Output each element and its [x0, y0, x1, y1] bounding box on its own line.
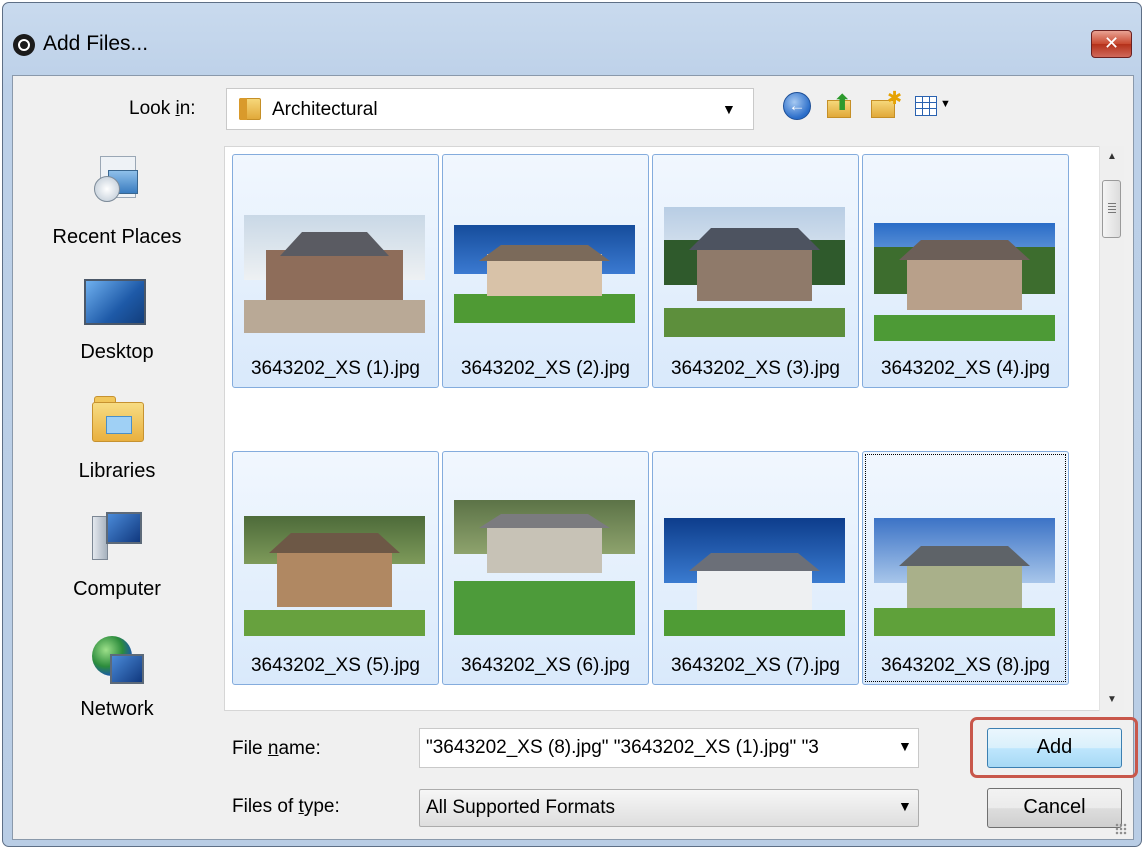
image-thumbnail: [454, 500, 635, 635]
file-name: 3643202_XS (8).jpg: [880, 655, 1050, 676]
scroll-up-arrow-icon[interactable]: ▲: [1100, 146, 1124, 168]
image-thumbnail: [874, 518, 1055, 636]
file-tile[interactable]: 3643202_XS (3).jpg: [652, 154, 859, 388]
file-tile[interactable]: 3643202_XS (5).jpg: [232, 451, 439, 685]
file-tile[interactable]: 3643202_XS (1).jpg: [232, 154, 439, 388]
place-label: Recent Places: [52, 226, 182, 248]
dialog-body: Look in: Architectural ▼ ← ⬆ ✱ ▼ Recent …: [12, 75, 1138, 840]
back-icon[interactable]: ←: [783, 92, 811, 120]
chevron-down-icon[interactable]: ▼: [898, 798, 912, 814]
file-type-select[interactable]: All Supported Formats: [419, 789, 919, 827]
file-tile[interactable]: 3643202_XS (4).jpg: [862, 154, 1069, 388]
place-label: Libraries: [78, 460, 156, 482]
places-bar: Recent Places Desktop Libraries Computer…: [22, 146, 212, 724]
recent-places-icon: [94, 156, 140, 210]
scrollbar-thumb[interactable]: [1102, 180, 1121, 238]
scroll-down-arrow-icon[interactable]: ▼: [1100, 689, 1124, 711]
add-button[interactable]: Add: [987, 728, 1122, 768]
app-logo-icon: [13, 34, 35, 56]
file-list[interactable]: 3643202_XS (1).jpg 3643202_XS (2).jpg 36…: [224, 146, 1124, 711]
file-name: 3643202_XS (4).jpg: [880, 358, 1050, 379]
add-files-dialog: Add Files... ✕ Look in: Architectural ▼ …: [2, 2, 1142, 847]
image-thumbnail: [874, 223, 1055, 341]
file-name-value: "3643202_XS (8).jpg" "3643202_XS (1).jpg…: [426, 737, 819, 758]
file-tile[interactable]: 3643202_XS (2).jpg: [442, 154, 649, 388]
views-menu-icon[interactable]: ▼: [915, 92, 955, 122]
file-tile[interactable]: 3643202_XS (7).jpg: [652, 451, 859, 685]
file-type-value: All Supported Formats: [426, 797, 616, 818]
file-name: 3643202_XS (6).jpg: [460, 655, 630, 676]
image-thumbnail: [664, 518, 845, 636]
image-thumbnail: [244, 215, 425, 333]
up-folder-icon[interactable]: ⬆: [825, 90, 855, 122]
file-name: 3643202_XS (3).jpg: [670, 358, 840, 379]
look-in-value: Architectural: [272, 99, 378, 120]
image-thumbnail: [664, 207, 845, 337]
look-in-label: Look in:: [129, 98, 196, 119]
image-thumbnail: [244, 516, 425, 636]
place-libraries[interactable]: Libraries: [22, 396, 212, 506]
file-tile[interactable]: 3643202_XS (6).jpg: [442, 451, 649, 685]
window-title: Add Files...: [43, 32, 149, 55]
vertical-scrollbar[interactable]: ▲ ▼: [1099, 146, 1124, 711]
new-folder-icon[interactable]: ✱: [869, 88, 902, 122]
file-name: 3643202_XS (7).jpg: [670, 655, 840, 676]
place-desktop[interactable]: Desktop: [22, 279, 212, 383]
file-type-label: Files of type:: [232, 796, 340, 817]
look-in-dropdown[interactable]: Architectural ▼: [226, 88, 754, 130]
file-name: 3643202_XS (5).jpg: [250, 655, 420, 676]
cancel-button[interactable]: Cancel: [987, 788, 1122, 828]
desktop-icon: [84, 279, 146, 325]
place-label: Network: [80, 698, 154, 720]
image-thumbnail: [454, 225, 635, 323]
computer-icon: [92, 510, 144, 562]
resize-grip-icon[interactable]: [1115, 823, 1127, 835]
folder-icon: [239, 98, 261, 120]
file-name-label: File name:: [232, 738, 321, 759]
libraries-icon: [92, 396, 144, 442]
file-name: 3643202_XS (1).jpg: [250, 358, 420, 379]
place-recent-places[interactable]: Recent Places: [22, 156, 212, 266]
chevron-down-icon[interactable]: ▼: [722, 101, 736, 117]
place-label: Desktop: [80, 341, 154, 363]
place-network[interactable]: Network: [22, 636, 212, 734]
chevron-down-icon[interactable]: ▼: [898, 738, 912, 754]
place-computer[interactable]: Computer: [22, 510, 212, 620]
network-icon: [92, 636, 146, 690]
file-name: 3643202_XS (2).jpg: [460, 358, 630, 379]
file-tile[interactable]: 3643202_XS (8).jpg: [862, 451, 1069, 685]
file-name-input[interactable]: "3643202_XS (8).jpg" "3643202_XS (1).jpg…: [419, 728, 919, 768]
close-button[interactable]: ✕: [1091, 30, 1132, 58]
place-label: Computer: [73, 578, 161, 600]
